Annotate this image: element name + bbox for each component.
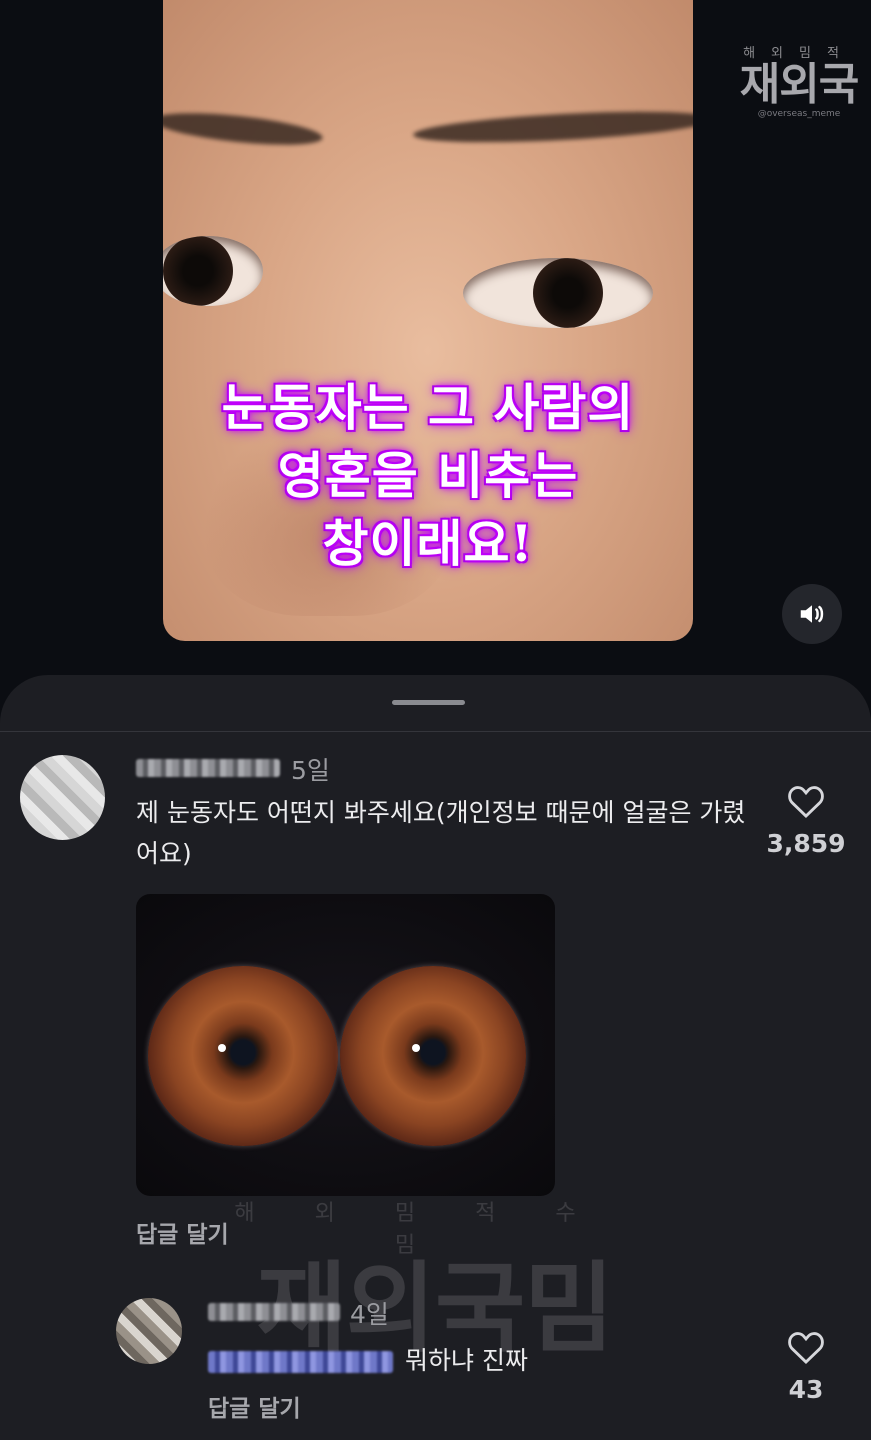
comment-image[interactable] xyxy=(136,894,555,1196)
caption-line: 눈동자는 그 사람의 xyxy=(221,378,635,437)
comment-text-row: 뭐하냐 진짜 xyxy=(208,1340,748,1381)
comment-text: 뭐하냐 진짜 xyxy=(405,1346,528,1375)
watermark-subtitle: 해외밈적수밈 xyxy=(234,1201,636,1258)
background-watermark: 해외밈적수밈 재외국밈 xyxy=(225,1195,645,1359)
video-frame[interactable]: 눈동자는 그 사람의 영혼을 비추는 창이래요! xyxy=(163,0,693,641)
reply-button[interactable]: 답글 달기 xyxy=(136,1215,229,1249)
like-count: 43 xyxy=(788,1375,824,1404)
iris-image-left xyxy=(148,966,338,1146)
heart-icon xyxy=(788,1332,824,1365)
reply-button[interactable]: 답글 달기 xyxy=(208,1389,301,1423)
iris-image-right xyxy=(340,966,526,1146)
channel-watermark: 해외밈적 재외국 @overseas_meme xyxy=(729,42,869,119)
mention-blurred[interactable] xyxy=(208,1351,393,1373)
left-eyebrow xyxy=(163,107,324,151)
heart-icon xyxy=(788,786,824,819)
avatar[interactable] xyxy=(116,1298,182,1364)
caption-line: 창이래요! xyxy=(322,514,534,573)
video-caption: 눈동자는 그 사람의 영혼을 비추는 창이래요! xyxy=(163,374,693,578)
like-button[interactable]: 3,859 xyxy=(766,783,846,858)
watermark-title: 재외국 xyxy=(739,59,859,110)
right-eyebrow xyxy=(412,106,693,148)
watermark-handle: @overseas_meme xyxy=(757,109,841,119)
username-blurred[interactable] xyxy=(136,759,280,777)
video-area: 눈동자는 그 사람의 영혼을 비추는 창이래요! 해외밈적 재외국 @overs… xyxy=(0,0,871,690)
left-eye xyxy=(163,236,263,306)
divider xyxy=(0,731,871,732)
comment-time: 5일 xyxy=(291,756,330,785)
like-count: 3,859 xyxy=(766,829,846,858)
avatar[interactable] xyxy=(20,755,105,840)
comment-time: 4일 xyxy=(350,1300,389,1329)
caption-line: 영혼을 비추는 xyxy=(277,446,579,505)
right-eye xyxy=(463,258,653,328)
like-button[interactable]: 43 xyxy=(766,1329,846,1404)
comments-sheet: 5일 제 눈동자도 어떤지 봐주세요(개인정보 때문에 얼굴은 가렸어요) 3,… xyxy=(0,675,871,1440)
username-blurred[interactable] xyxy=(208,1303,340,1321)
comment-text: 제 눈동자도 어떤지 봐주세요(개인정보 때문에 얼굴은 가렸어요) xyxy=(136,798,746,868)
sheet-drag-handle[interactable] xyxy=(392,700,465,705)
sound-toggle-button[interactable] xyxy=(782,584,842,644)
speaker-icon xyxy=(800,605,824,623)
